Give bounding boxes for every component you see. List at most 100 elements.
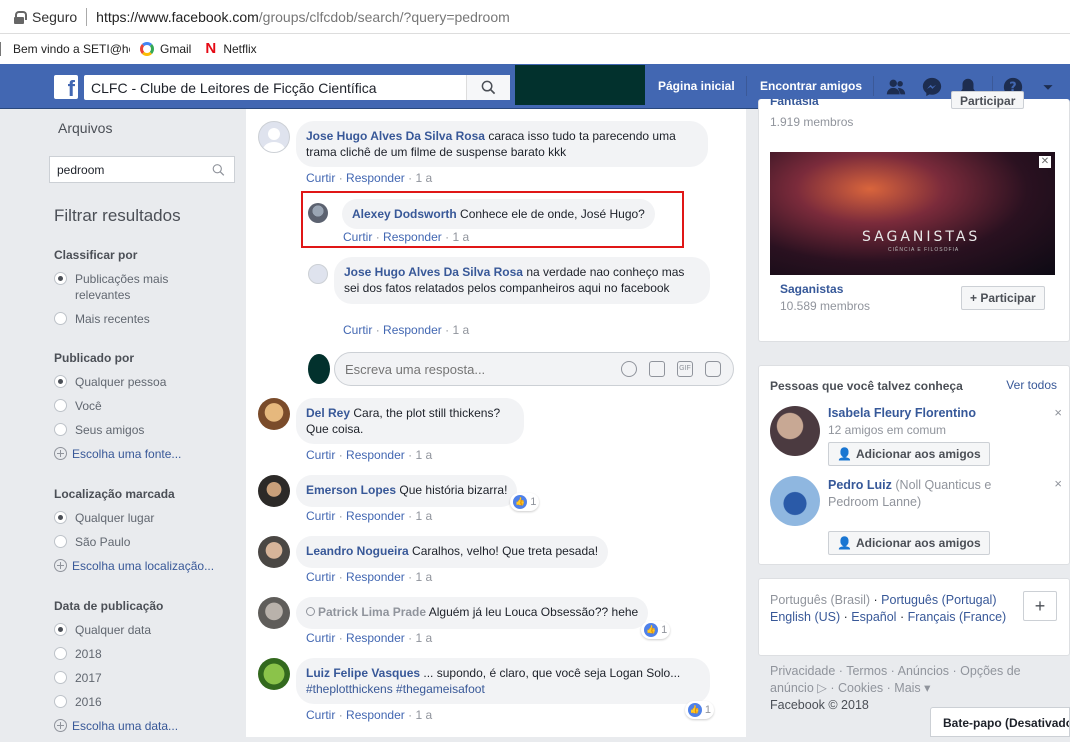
avatar[interactable] xyxy=(770,476,820,526)
footer-link[interactable]: Termos xyxy=(846,664,887,678)
reaction-count[interactable]: 👍 1 xyxy=(641,621,671,639)
reply-link[interactable]: Responder xyxy=(383,323,442,337)
reply-link[interactable]: Responder xyxy=(346,171,405,185)
comment-time[interactable]: 1 a xyxy=(415,171,432,185)
saganistas-banner[interactable]: SAGANISTAS CIÊNCIA E FILOSOFIA ✕ xyxy=(770,152,1055,275)
date-2016-option[interactable]: 2016 xyxy=(54,694,178,710)
avatar[interactable] xyxy=(258,121,290,153)
reply-link[interactable]: Responder xyxy=(346,448,405,462)
like-link[interactable]: Curtir xyxy=(306,708,335,722)
posted-friends-option[interactable]: Seus amigos xyxy=(54,422,181,438)
comment-time[interactable]: 1 a xyxy=(415,631,432,645)
group-name-fantasia[interactable]: Fantasia xyxy=(770,99,819,107)
choose-source-link[interactable]: Escolha uma fonte... xyxy=(54,446,181,462)
hashtag-links[interactable]: #theplotthickens #thegameisafoot xyxy=(306,682,485,696)
footer-link[interactable]: Privacidade xyxy=(770,664,835,678)
avatar[interactable] xyxy=(258,597,290,629)
radio[interactable] xyxy=(54,535,67,548)
language-link[interactable]: Português (Portugal) xyxy=(881,593,996,607)
radio-selected[interactable] xyxy=(54,511,67,524)
radio[interactable] xyxy=(54,399,67,412)
emoji-icon[interactable] xyxy=(621,361,637,377)
footer-link[interactable]: Mais xyxy=(894,681,920,695)
reply-link[interactable]: Responder xyxy=(346,509,405,523)
join-saganistas-button[interactable]: + Participar xyxy=(961,286,1045,310)
radio-selected[interactable] xyxy=(54,272,67,285)
gif-icon[interactable]: GIF xyxy=(677,361,693,377)
sort-relevant-option[interactable]: Publicações mais relevantes xyxy=(54,271,194,303)
avatar[interactable] xyxy=(258,398,290,430)
reply-link[interactable]: Responder xyxy=(346,570,405,584)
close-icon[interactable]: × xyxy=(1054,405,1062,420)
comment-author[interactable]: Luiz Felipe Vasques xyxy=(306,666,420,680)
comment-time[interactable]: 1 a xyxy=(415,509,432,523)
bookmark-netflix[interactable]: N Netflix xyxy=(205,41,256,56)
choose-location-link[interactable]: Escolha uma localização... xyxy=(54,558,214,574)
comment-author[interactable]: Jose Hugo Alves Da Silva Rosa xyxy=(344,265,523,279)
sticker-icon[interactable] xyxy=(705,361,721,377)
archives-link[interactable]: Arquivos xyxy=(58,120,112,136)
friend-requests-icon[interactable] xyxy=(885,76,907,98)
browser-address-bar[interactable]: Seguro https://www.facebook.com/groups/c… xyxy=(0,0,1070,34)
location-anywhere-option[interactable]: Qualquer lugar xyxy=(54,510,214,526)
reaction-count[interactable]: 👍 1 xyxy=(684,701,714,719)
group-search-input[interactable] xyxy=(50,162,212,177)
posted-you-option[interactable]: Você xyxy=(54,398,181,414)
language-link[interactable]: English (US) xyxy=(770,610,840,624)
chat-bar[interactable]: Bate-papo (Desativado) xyxy=(930,707,1070,737)
search-icon[interactable] xyxy=(212,162,225,178)
reaction-count[interactable]: 👍 1 xyxy=(510,493,540,511)
like-link[interactable]: Curtir xyxy=(306,570,335,584)
like-link[interactable]: Curtir xyxy=(306,171,335,185)
reply-input[interactable] xyxy=(335,361,621,377)
join-group-button[interactable]: Participar xyxy=(951,91,1025,109)
add-friend-button[interactable]: 👤 Adicionar aos amigos xyxy=(828,442,990,466)
date-any-option[interactable]: Qualquer data xyxy=(54,622,178,638)
comment-author[interactable]: Del Rey xyxy=(306,406,350,420)
comment-author[interactable]: Emerson Lopes xyxy=(306,483,396,497)
avatar[interactable] xyxy=(308,264,328,284)
like-link[interactable]: Curtir xyxy=(306,631,335,645)
comment-time[interactable]: 1 a xyxy=(415,448,432,462)
reply-link[interactable]: Responder xyxy=(346,708,405,722)
comment-time[interactable]: 1 a xyxy=(415,708,432,722)
camera-icon[interactable] xyxy=(649,361,665,377)
avatar[interactable] xyxy=(258,536,290,568)
add-friend-button[interactable]: 👤 Adicionar aos amigos xyxy=(828,531,990,555)
bookmark-seti[interactable]: Bem vindo a SETI@ho xyxy=(0,42,130,56)
footer-link[interactable]: Anúncios xyxy=(898,664,949,678)
choose-date-link[interactable]: Escolha uma data... xyxy=(54,718,178,734)
comment-author[interactable]: Leandro Nogueira xyxy=(306,544,409,558)
url-text[interactable]: https://www.facebook.com/groups/clfcdob/… xyxy=(96,9,510,25)
comment-time[interactable]: 1 a xyxy=(452,323,469,337)
see-all-link[interactable]: Ver todos xyxy=(1006,378,1057,392)
search-button[interactable] xyxy=(466,75,510,100)
sort-recent-option[interactable]: Mais recentes xyxy=(54,311,194,327)
radio[interactable] xyxy=(54,312,67,325)
avatar[interactable] xyxy=(258,658,290,690)
facebook-logo-icon[interactable]: f xyxy=(54,75,78,99)
radio[interactable] xyxy=(54,423,67,436)
comment-author[interactable]: Jose Hugo Alves Da Silva Rosa xyxy=(306,129,485,143)
nav-home[interactable]: Página inicial xyxy=(658,79,735,93)
close-icon[interactable]: ✕ xyxy=(1039,156,1051,168)
avatar[interactable] xyxy=(258,475,290,507)
nav-find-friends[interactable]: Encontrar amigos xyxy=(760,79,862,93)
date-2017-option[interactable]: 2017 xyxy=(54,670,178,686)
like-link[interactable]: Curtir xyxy=(306,448,335,462)
account-menu-chevron-down-icon[interactable] xyxy=(1040,76,1056,98)
footer-link[interactable]: Cookies xyxy=(838,681,883,695)
date-2018-option[interactable]: 2018 xyxy=(54,646,178,662)
comment-time[interactable]: 1 a xyxy=(415,570,432,584)
bookmark-gmail[interactable]: Gmail xyxy=(140,42,191,56)
person-name[interactable]: Pedro Luiz xyxy=(828,478,892,492)
avatar[interactable] xyxy=(770,406,820,456)
messenger-icon[interactable] xyxy=(921,76,943,98)
comment-author[interactable]: Patrick Lima Prade xyxy=(318,605,426,619)
language-link[interactable]: Français (France) xyxy=(908,610,1007,624)
radio-selected[interactable] xyxy=(54,375,67,388)
posted-anyone-option[interactable]: Qualquer pessoa xyxy=(54,374,181,390)
radio-selected[interactable] xyxy=(54,623,67,636)
like-link[interactable]: Curtir xyxy=(343,323,372,337)
group-name-saganistas[interactable]: Saganistas xyxy=(780,282,843,296)
